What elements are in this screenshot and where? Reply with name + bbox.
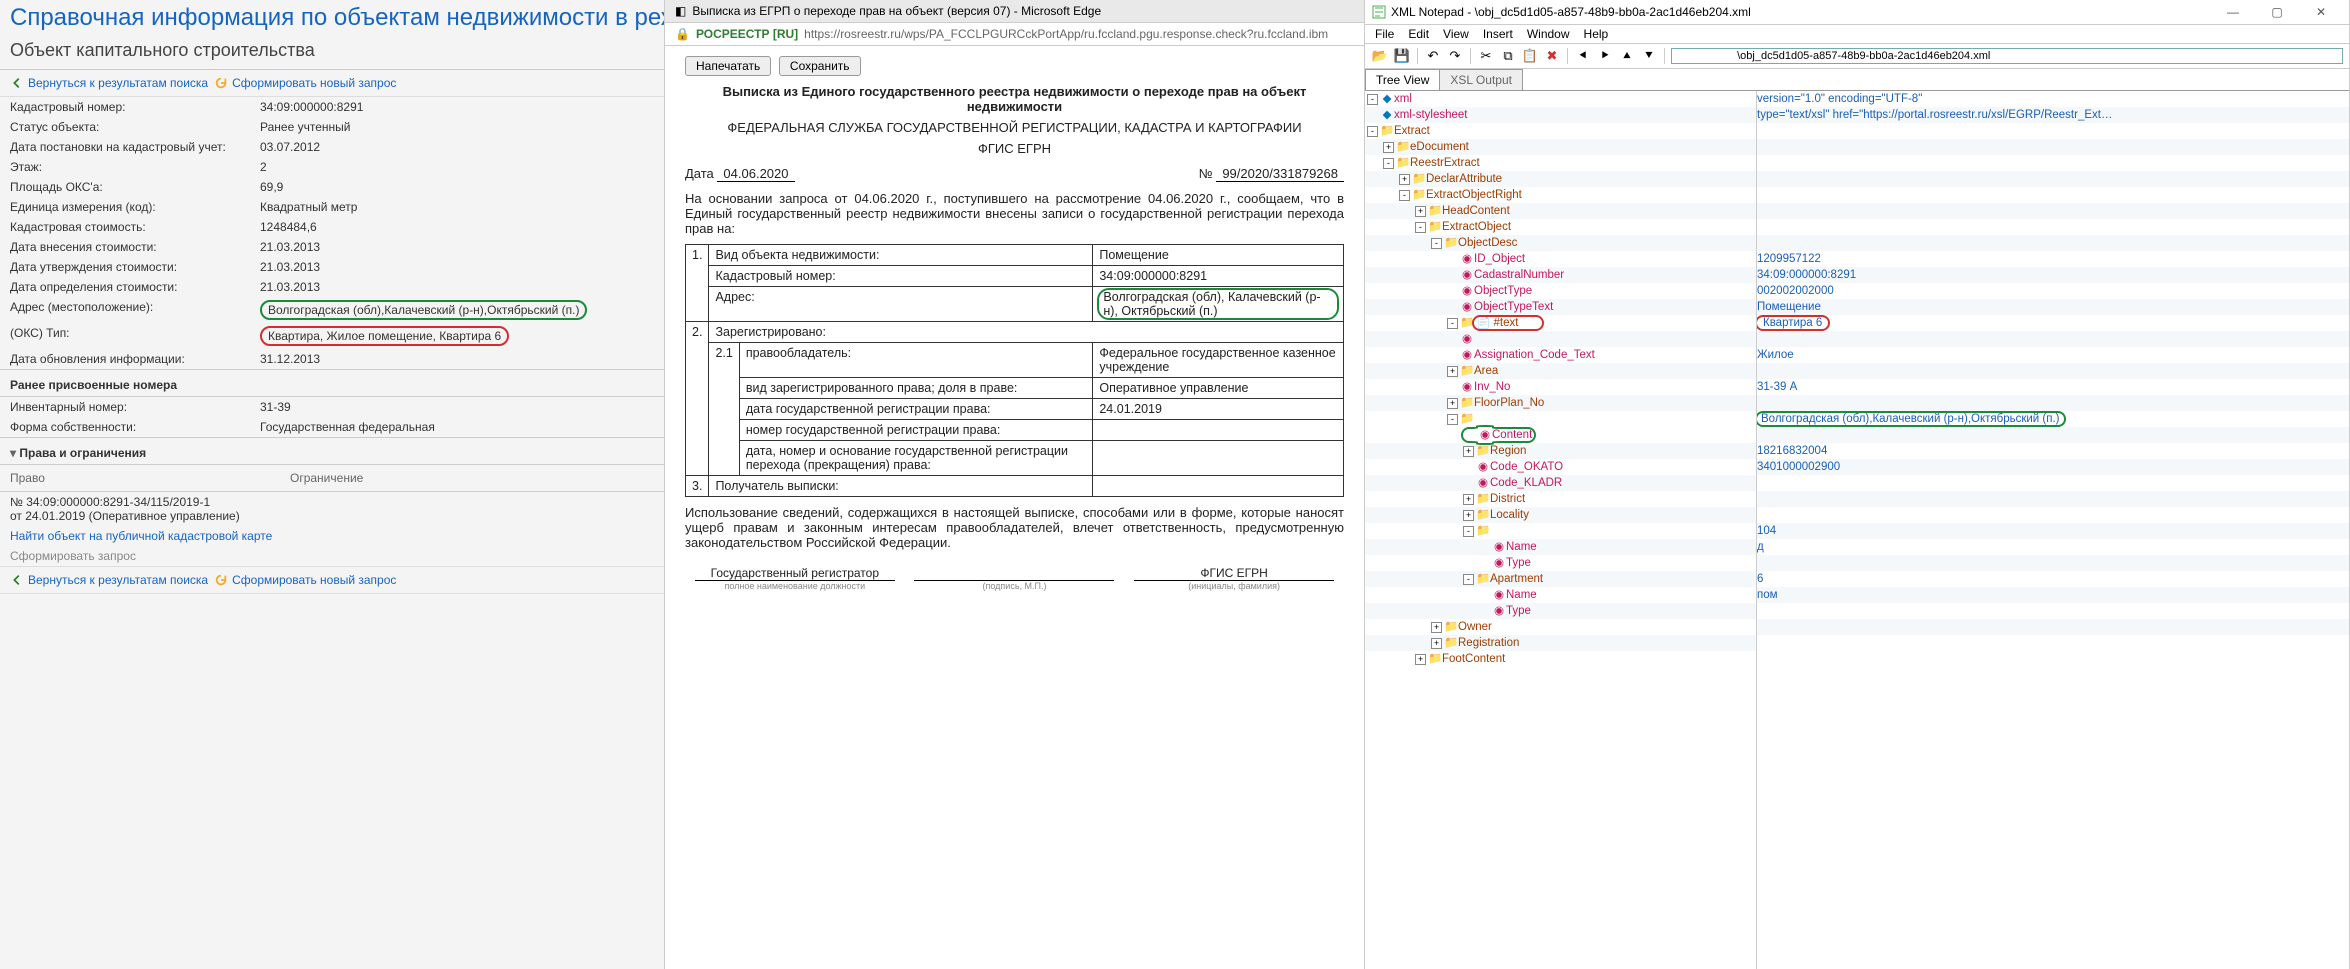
doc-agency: ФЕДЕРАЛЬНАЯ СЛУЖБА ГОСУДАРСТВЕННОЙ РЕГИС… [685,120,1344,135]
tree-toggle[interactable]: - [1431,238,1442,249]
paste-icon[interactable]: 📋 [1521,47,1539,65]
value-cad-no: 34:09:000000:8291 [260,100,654,114]
site-identity: РОСРЕЕСТР [RU] [696,27,798,41]
open-icon[interactable]: 📂 [1371,47,1389,65]
nudge-down-icon[interactable]: ⯆ [1640,47,1658,65]
back-button[interactable]: Вернуться к результатам поиска [10,76,208,90]
save-icon[interactable]: 💾 [1393,47,1411,65]
menu-help[interactable]: Help [1584,27,1609,41]
tree-toggle[interactable]: - [1463,574,1474,585]
refresh-icon [214,573,228,587]
menu-window[interactable]: Window [1527,27,1570,41]
tree-toggle[interactable]: + [1383,142,1394,153]
new-query-button-bottom[interactable]: Сформировать новый запрос [214,573,396,587]
tree-toggle[interactable]: + [1431,638,1442,649]
redo-icon[interactable]: ↷ [1446,47,1464,65]
page-title: Справочная информация по объектам недвиж… [0,0,664,32]
toolbar: 📂 💾 ↶ ↷ ✂ ⧉ 📋 ✖ ⯇ ⯈ ⯅ ⯆ [1365,44,2349,69]
tree-toggle[interactable]: - [1463,526,1474,537]
doc-title: Выписка из Единого государственного реес… [685,84,1344,114]
page-subtitle: Объект капитального строительства [0,32,664,70]
nudge-left-icon[interactable]: ⯇ [1574,47,1592,65]
tree-toggle[interactable]: + [1415,206,1426,217]
edge-icon: ◧ [675,4,686,18]
address-cell-highlight: Волгоградская (обл), Калачевский (р-н), … [1099,290,1337,318]
cut-icon[interactable]: ✂ [1477,47,1495,65]
window-file-path: \obj_dc5d1d05-a857-48b9-bb0a-2ac1d46eb20… [1475,5,1751,19]
menu-bar: File Edit View Insert Window Help [1365,25,2349,44]
address-bar[interactable]: 🔒 РОСРЕЕСТР [RU] https://rosreestr.ru/wp… [665,23,1364,46]
type-highlight: Квартира, Жилое помещение, Квартира 6 [260,326,509,346]
xml-notepad-window: XML Notepad - \obj_dc5d1d05-a857-48b9-bb… [1365,0,2350,969]
tree-toggle[interactable]: + [1463,510,1474,521]
form-request-disabled: Сформировать запрос [10,549,136,563]
nudge-right-icon[interactable]: ⯈ [1596,47,1614,65]
toolbar-top: Вернуться к результатам поиска Сформиров… [0,70,664,97]
minimize-button[interactable]: — [2211,2,2255,22]
rights-header[interactable]: Права и ограничения [0,437,664,465]
delete-icon[interactable]: ✖ [1543,47,1561,65]
right-number: № 34:09:000000:8291-34/115/2019-1 [10,495,654,509]
refresh-icon [214,76,228,90]
tree-toggle[interactable]: + [1415,654,1426,665]
tree-toggle[interactable]: + [1463,494,1474,505]
xml-tree[interactable]: -◆xml◆xml-stylesheet-📁Extract+📁eDocument… [1365,91,1757,969]
maximize-button[interactable]: ▢ [2255,2,2299,22]
menu-edit[interactable]: Edit [1408,27,1429,41]
tree-toggle[interactable]: - [1399,190,1410,201]
app-icon [1371,4,1387,20]
tree-toggle[interactable]: + [1447,398,1458,409]
toolbar-bottom: Вернуться к результатам поиска Сформиров… [0,566,664,594]
close-button[interactable]: ✕ [2299,2,2343,22]
signature-row: Государственный регистраторполное наимен… [685,566,1344,591]
back-arrow-icon [10,573,24,587]
extract-table: 1. Вид объекта недвижимости:Помещение Ка… [685,244,1344,497]
doc-system: ФГИС ЕГРН [685,141,1344,156]
tree-toggle[interactable]: - [1367,94,1378,105]
new-query-button[interactable]: Сформировать новый запрос [214,76,396,90]
tab-xsl-output[interactable]: XSL Output [1439,69,1523,90]
tree-toggle[interactable]: + [1431,622,1442,633]
menu-file[interactable]: File [1375,27,1394,41]
doc-preamble: На основании запроса от 04.06.2020 г., п… [685,191,1344,236]
print-button[interactable]: Напечатать [685,56,771,76]
back-arrow-icon [10,76,24,90]
copy-icon[interactable]: ⧉ [1499,47,1517,65]
edge-browser-panel: ◧ Выписка из ЕГРП о переходе прав на объ… [665,0,1365,969]
rosreestr-info-panel: Справочная информация по объектам недвиж… [0,0,665,969]
tree-toggle[interactable]: - [1415,222,1426,233]
menu-insert[interactable]: Insert [1483,27,1513,41]
tree-toggle[interactable]: - [1447,318,1458,329]
lock-icon: 🔒 [675,27,690,41]
menu-view[interactable]: View [1443,27,1469,41]
prev-numbers-header: Ранее присвоенные номера [0,369,664,397]
right-date: от 24.01.2019 (Оперативное управление) [10,509,654,523]
doc-number: 99/2020/331879268 [1216,166,1344,182]
tree-toggle[interactable]: + [1447,366,1458,377]
nudge-up-icon[interactable]: ⯅ [1618,47,1636,65]
tab-tree-view[interactable]: Tree View [1365,69,1440,90]
document-body: Напечатать Сохранить Выписка из Единого … [665,46,1364,601]
xml-values: version="1.0" encoding="UTF-8"type="text… [1757,91,2349,969]
address-highlight: Волгоградская (обл),Калачевский (р-н),Ок… [260,300,587,320]
label-cad-no: Кадастровый номер: [10,100,260,114]
save-button[interactable]: Сохранить [779,56,861,76]
window-titlebar: XML Notepad - \obj_dc5d1d05-a857-48b9-bb… [1365,0,2349,25]
view-tabs: Tree View XSL Output [1365,69,2349,91]
back-button-bottom[interactable]: Вернуться к результатам поиска [10,573,208,587]
doc-date: 04.06.2020 [717,166,794,182]
tree-toggle[interactable]: - [1383,158,1394,169]
tree-toggle[interactable]: - [1367,126,1378,137]
tree-toggle[interactable]: + [1463,446,1474,457]
url-text: https://rosreestr.ru/wps/PA_FCCLPGURCckP… [804,27,1328,41]
doc-disclaimer: Использование сведений, содержащихся в н… [685,505,1344,550]
path-input[interactable] [1671,48,2343,64]
tree-toggle[interactable]: - [1447,414,1458,425]
tree-toggle[interactable]: + [1399,174,1410,185]
browser-tab: ◧ Выписка из ЕГРП о переходе прав на объ… [665,0,1364,23]
find-on-map-link[interactable]: Найти объект на публичной кадастровой ка… [10,529,272,543]
undo-icon[interactable]: ↶ [1424,47,1442,65]
